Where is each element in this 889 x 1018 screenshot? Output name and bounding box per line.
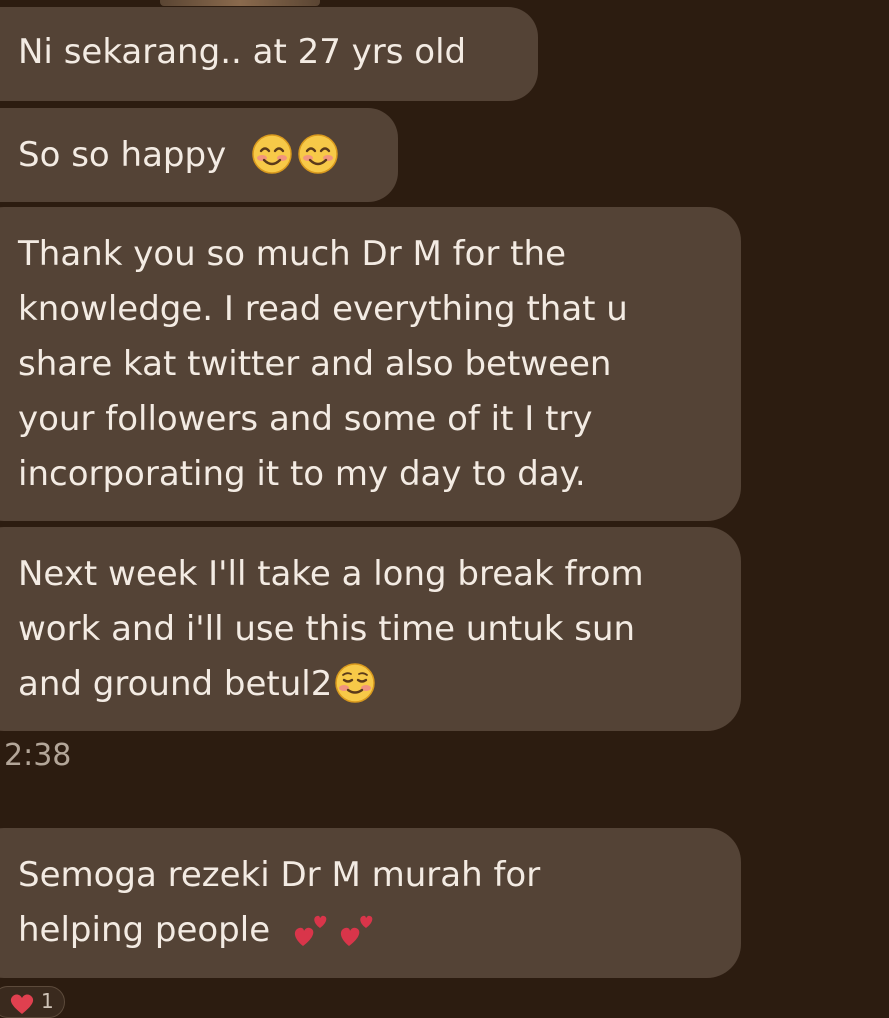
message-line: share kat twitter and also between <box>18 344 612 384</box>
two-hearts-emoji-icon <box>340 915 373 946</box>
message-text: helping people <box>18 910 271 950</box>
message-text: Ni sekarang.. at 27 yrs old <box>18 32 467 72</box>
message-bubble[interactable]: Next week I'll take a long break from wo… <box>0 527 741 731</box>
message-text: So so happy <box>18 135 227 175</box>
two-hearts-emoji-icon <box>294 915 327 946</box>
message-bubble[interactable]: So so happy <box>0 108 398 202</box>
blushing-smile-emoji-icon <box>335 662 376 703</box>
message-bubble[interactable]: Semoga rezeki Dr M murah for helping peo… <box>0 828 741 978</box>
message-line: helping people <box>18 903 717 958</box>
message-text: and ground betul2 <box>18 664 333 704</box>
message-line: So so happy <box>18 128 374 183</box>
message-line: Semoga rezeki Dr M murah for <box>18 855 541 895</box>
reaction-chip[interactable]: 1 <box>0 986 65 1018</box>
heart-icon <box>10 994 34 1014</box>
message-line: incorporating it to my day to day. <box>18 454 586 494</box>
message-timestamp: 2:38 <box>4 738 72 773</box>
message-bubble[interactable]: Ni sekarang.. at 27 yrs old <box>0 7 538 101</box>
message-bubble[interactable]: Thank you so much Dr M for the knowledge… <box>0 207 741 521</box>
message-line: your followers and some of it I try <box>18 399 593 439</box>
header-image-edge <box>160 0 320 6</box>
message-line: work and i'll use this time untuk sun <box>18 609 636 649</box>
reaction-count: 1 <box>41 989 54 1013</box>
message-line: and ground betul2 <box>18 657 717 712</box>
smiling-face-emoji-icon <box>298 133 338 174</box>
message-line: Next week I'll take a long break from <box>18 554 644 594</box>
message-line: knowledge. I read everything that u <box>18 289 628 329</box>
smiling-face-emoji-icon <box>252 133 292 174</box>
message-line: Thank you so much Dr M for the <box>18 234 566 274</box>
